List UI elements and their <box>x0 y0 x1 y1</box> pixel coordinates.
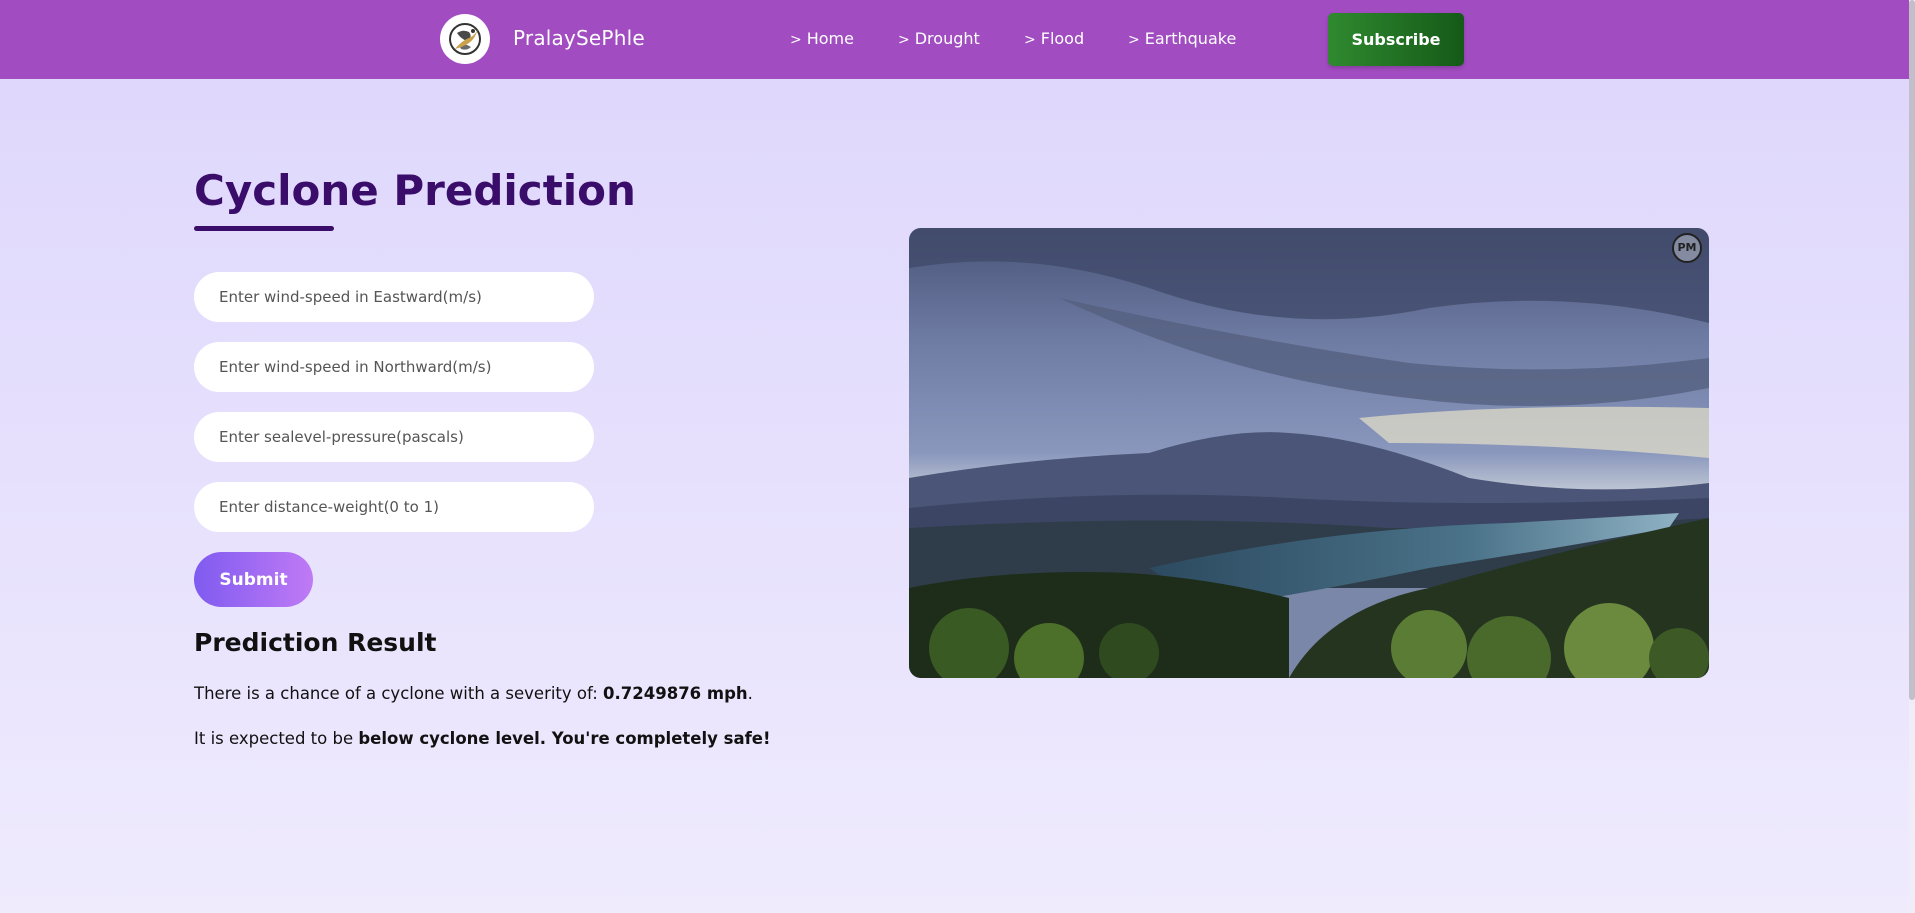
result-severity-suffix: . <box>747 684 753 703</box>
nav-flood[interactable]: > Flood <box>1024 29 1084 48</box>
sealevel-pressure-input[interactable] <box>194 412 594 462</box>
chevron-right-icon: > <box>898 32 910 48</box>
globe-bird-icon <box>449 23 481 55</box>
distance-weight-input[interactable] <box>194 482 594 532</box>
brand-name[interactable]: PralaySePhle <box>513 26 645 50</box>
result-level-value: below cyclone level. You're completely s… <box>358 729 771 748</box>
result-severity-prefix: There is a chance of a cyclone with a se… <box>194 684 604 703</box>
nav-home[interactable]: > Home <box>790 29 854 48</box>
east-wind-speed-input[interactable] <box>194 272 594 322</box>
nav-drought[interactable]: > Drought <box>898 29 980 48</box>
watermark-logo: PM <box>1672 233 1702 263</box>
nav-flood-label: Flood <box>1040 29 1085 48</box>
page-title: Cyclone Prediction <box>194 166 636 215</box>
nav-drought-label: Drought <box>914 29 980 48</box>
submit-button[interactable]: Submit <box>194 552 313 607</box>
result-severity-line: There is a chance of a cyclone with a se… <box>194 684 753 703</box>
nav-earthquake-label: Earthquake <box>1144 29 1237 48</box>
result-heading: Prediction Result <box>194 628 437 657</box>
result-level-line: It is expected to be below cyclone level… <box>194 729 770 748</box>
subscribe-button[interactable]: Subscribe <box>1328 13 1464 66</box>
logo[interactable] <box>440 14 490 64</box>
title-underline <box>194 226 334 231</box>
nav-earthquake[interactable]: > Earthquake <box>1128 29 1236 48</box>
cyclone-video[interactable] <box>909 228 1709 678</box>
scrollbar-thumb[interactable] <box>1909 0 1915 700</box>
landscape-image <box>909 228 1709 678</box>
chevron-right-icon: > <box>1024 32 1036 48</box>
north-wind-speed-input[interactable] <box>194 342 594 392</box>
navbar: PralaySePhle > Home > Drought > Flood > Eart… <box>0 0 1909 79</box>
result-level-prefix: It is expected to be <box>194 729 359 748</box>
nav-home-label: Home <box>806 29 854 48</box>
chevron-right-icon: > <box>1128 32 1140 48</box>
result-severity-value: 0.7249876 mph <box>603 684 748 703</box>
chevron-right-icon: > <box>790 32 802 48</box>
